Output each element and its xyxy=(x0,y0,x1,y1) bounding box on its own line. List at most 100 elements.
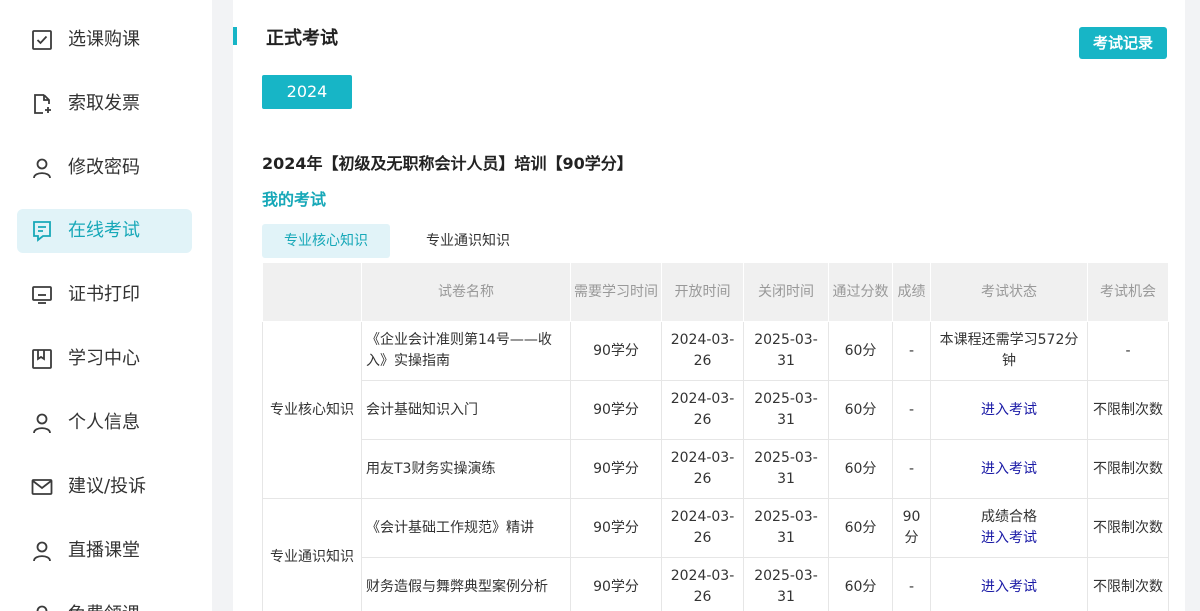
pass-score: 60分 xyxy=(828,439,893,499)
table-row: 用友T3财务实操演练 90学分 2024-03-26 2025-03-31 60… xyxy=(263,439,1169,499)
course-title: 2024年【初级及无职称会计人员】培训【90学分】 xyxy=(262,154,633,173)
study-time: 90学分 xyxy=(570,321,662,381)
table-row: 专业核心知识 《企业会计准则第14号——收入》实操指南 90学分 2024-03… xyxy=(262,321,1169,499)
open-time: 2024-03-26 xyxy=(661,321,744,381)
header-study-time: 需要学习时间 xyxy=(570,262,662,322)
paper-name: 《企业会计准则第14号——收入》实操指南 xyxy=(361,321,571,381)
open-time: 2024-03-26 xyxy=(661,380,744,440)
exam-table: 试卷名称 需要学习时间 开放时间 关闭时间 通过分数 成绩 考试状态 考试机会 … xyxy=(262,262,1169,611)
sidebar-item-live-class[interactable]: 直播课堂 xyxy=(17,529,192,573)
sidebar-item-label: 修改密码 xyxy=(68,157,140,178)
table-header-row: 试卷名称 需要学习时间 开放时间 关闭时间 通过分数 成绩 考试状态 考试机会 xyxy=(262,262,1169,322)
user-icon xyxy=(30,603,54,611)
header-pass-score: 通过分数 xyxy=(828,262,893,322)
study-time: 90学分 xyxy=(570,439,662,499)
sidebar-item-online-exam[interactable]: 在线考试 xyxy=(17,209,192,253)
open-time: 2024-03-26 xyxy=(661,439,744,499)
exam-doc-icon xyxy=(30,219,54,243)
study-time: 90学分 xyxy=(570,498,662,558)
header-exam-status: 考试状态 xyxy=(930,262,1088,322)
sidebar-item-label: 在线考试 xyxy=(68,220,140,241)
page-title: 正式考试 xyxy=(266,28,338,49)
open-time: 2024-03-26 xyxy=(661,498,744,558)
paper-name: 《会计基础工作规范》精讲 xyxy=(361,498,571,558)
sidebar-item-learning-center[interactable]: 学习中心 xyxy=(17,337,192,381)
paper-name: 财务造假与舞弊典型案例分析 xyxy=(361,557,571,611)
sidebar-item-label: 个人信息 xyxy=(68,412,140,433)
pass-score: 60分 xyxy=(828,380,893,440)
enter-exam-link[interactable]: 进入考试 xyxy=(935,528,1083,549)
mail-icon xyxy=(30,475,54,499)
enter-exam-link[interactable]: 进入考试 xyxy=(981,579,1037,595)
close-time: 2025-03-31 xyxy=(743,498,829,558)
sidebar-item-course-purchase[interactable]: 选课购课 xyxy=(17,18,192,62)
exam-chances: 不限制次数 xyxy=(1087,498,1169,558)
paper-name: 用友T3财务实操演练 xyxy=(361,439,571,499)
score: 90分 xyxy=(892,498,931,558)
close-time: 2025-03-31 xyxy=(743,380,829,440)
pass-score: 60分 xyxy=(828,321,893,381)
enter-exam-link[interactable]: 进入考试 xyxy=(981,461,1037,477)
sidebar-item-label: 免费领课 xyxy=(68,593,140,611)
header-score: 成绩 xyxy=(892,262,931,322)
table-row: 专业通识知识 《会计基础工作规范》精讲 90学分 2024-03-26 2025… xyxy=(262,498,1169,611)
sidebar-item-label: 选课购课 xyxy=(68,29,140,50)
close-time: 2025-03-31 xyxy=(743,321,829,381)
table-row: 财务造假与舞弊典型案例分析 90学分 2024-03-26 2025-03-31… xyxy=(263,557,1169,611)
open-time: 2024-03-26 xyxy=(661,557,744,611)
score: - xyxy=(892,557,931,611)
sidebar-item-certificate-print[interactable]: 证书打印 xyxy=(17,273,192,317)
header-paper-name: 试卷名称 xyxy=(361,262,571,322)
header-open-time: 开放时间 xyxy=(661,262,744,322)
sidebar: 选课购课 索取发票 修改密码 在线考试 证书打印 学习中心 个人信息 建议/投诉… xyxy=(0,0,212,611)
paper-name: 会计基础知识入门 xyxy=(361,380,571,440)
pass-score: 60分 xyxy=(828,557,893,611)
sidebar-item-change-password[interactable]: 修改密码 xyxy=(17,146,192,190)
sidebar-item-feedback[interactable]: 建议/投诉 xyxy=(17,465,192,509)
sidebar-item-invoice[interactable]: 索取发票 xyxy=(17,82,192,126)
status-text: 本课程还需学习572分钟 xyxy=(939,332,1079,369)
exam-chances: 不限制次数 xyxy=(1087,380,1169,440)
pass-score: 60分 xyxy=(828,498,893,558)
sidebar-item-free-course[interactable]: 免费领课 xyxy=(17,593,192,611)
checkbox-icon xyxy=(30,28,54,52)
tab-core-knowledge[interactable]: 专业核心知识 xyxy=(262,224,390,258)
user-icon xyxy=(30,539,54,563)
group-cell: 专业通识知识 xyxy=(262,498,362,611)
exam-chances: 不限制次数 xyxy=(1087,557,1169,611)
tab-general-knowledge[interactable]: 专业通识知识 xyxy=(408,224,528,258)
exam-record-button[interactable]: 考试记录 xyxy=(1079,27,1167,59)
header-close-time: 关闭时间 xyxy=(743,262,829,322)
score: - xyxy=(892,439,931,499)
header-group xyxy=(262,262,362,322)
year-filter-button[interactable]: 2024 xyxy=(262,75,352,109)
enter-exam-link[interactable]: 进入考试 xyxy=(981,402,1037,418)
exam-status: 本课程还需学习572分钟 xyxy=(930,321,1088,381)
sidebar-item-label: 学习中心 xyxy=(68,348,140,369)
exam-status: 进入考试 xyxy=(930,557,1088,611)
title-accent-bar xyxy=(233,27,237,45)
bookmark-icon xyxy=(30,347,54,371)
exam-chances: - xyxy=(1087,321,1169,381)
exam-status: 进入考试 xyxy=(930,380,1088,440)
study-time: 90学分 xyxy=(570,557,662,611)
header-exam-chances: 考试机会 xyxy=(1087,262,1169,322)
main-panel: 正式考试 考试记录 2024 2024年【初级及无职称会计人员】培训【90学分】… xyxy=(233,0,1185,611)
monitor-icon xyxy=(30,283,54,307)
exam-status: 成绩合格 进入考试 xyxy=(930,498,1088,558)
sidebar-item-label: 索取发票 xyxy=(68,93,140,114)
my-exam-heading: 我的考试 xyxy=(262,190,327,209)
sidebar-item-label: 建议/投诉 xyxy=(68,476,147,497)
close-time: 2025-03-31 xyxy=(743,439,829,499)
status-text: 成绩合格 xyxy=(981,509,1037,525)
table-row: 会计基础知识入门 90学分 2024-03-26 2025-03-31 60分 … xyxy=(263,380,1169,440)
sidebar-item-label: 直播课堂 xyxy=(68,540,140,561)
score: - xyxy=(892,321,931,381)
user-icon xyxy=(30,156,54,180)
sidebar-item-personal-info[interactable]: 个人信息 xyxy=(17,401,192,445)
group-cell: 专业核心知识 xyxy=(262,321,362,499)
sidebar-item-label: 证书打印 xyxy=(68,284,140,305)
study-time: 90学分 xyxy=(570,380,662,440)
score: - xyxy=(892,380,931,440)
invoice-add-icon xyxy=(30,92,54,116)
